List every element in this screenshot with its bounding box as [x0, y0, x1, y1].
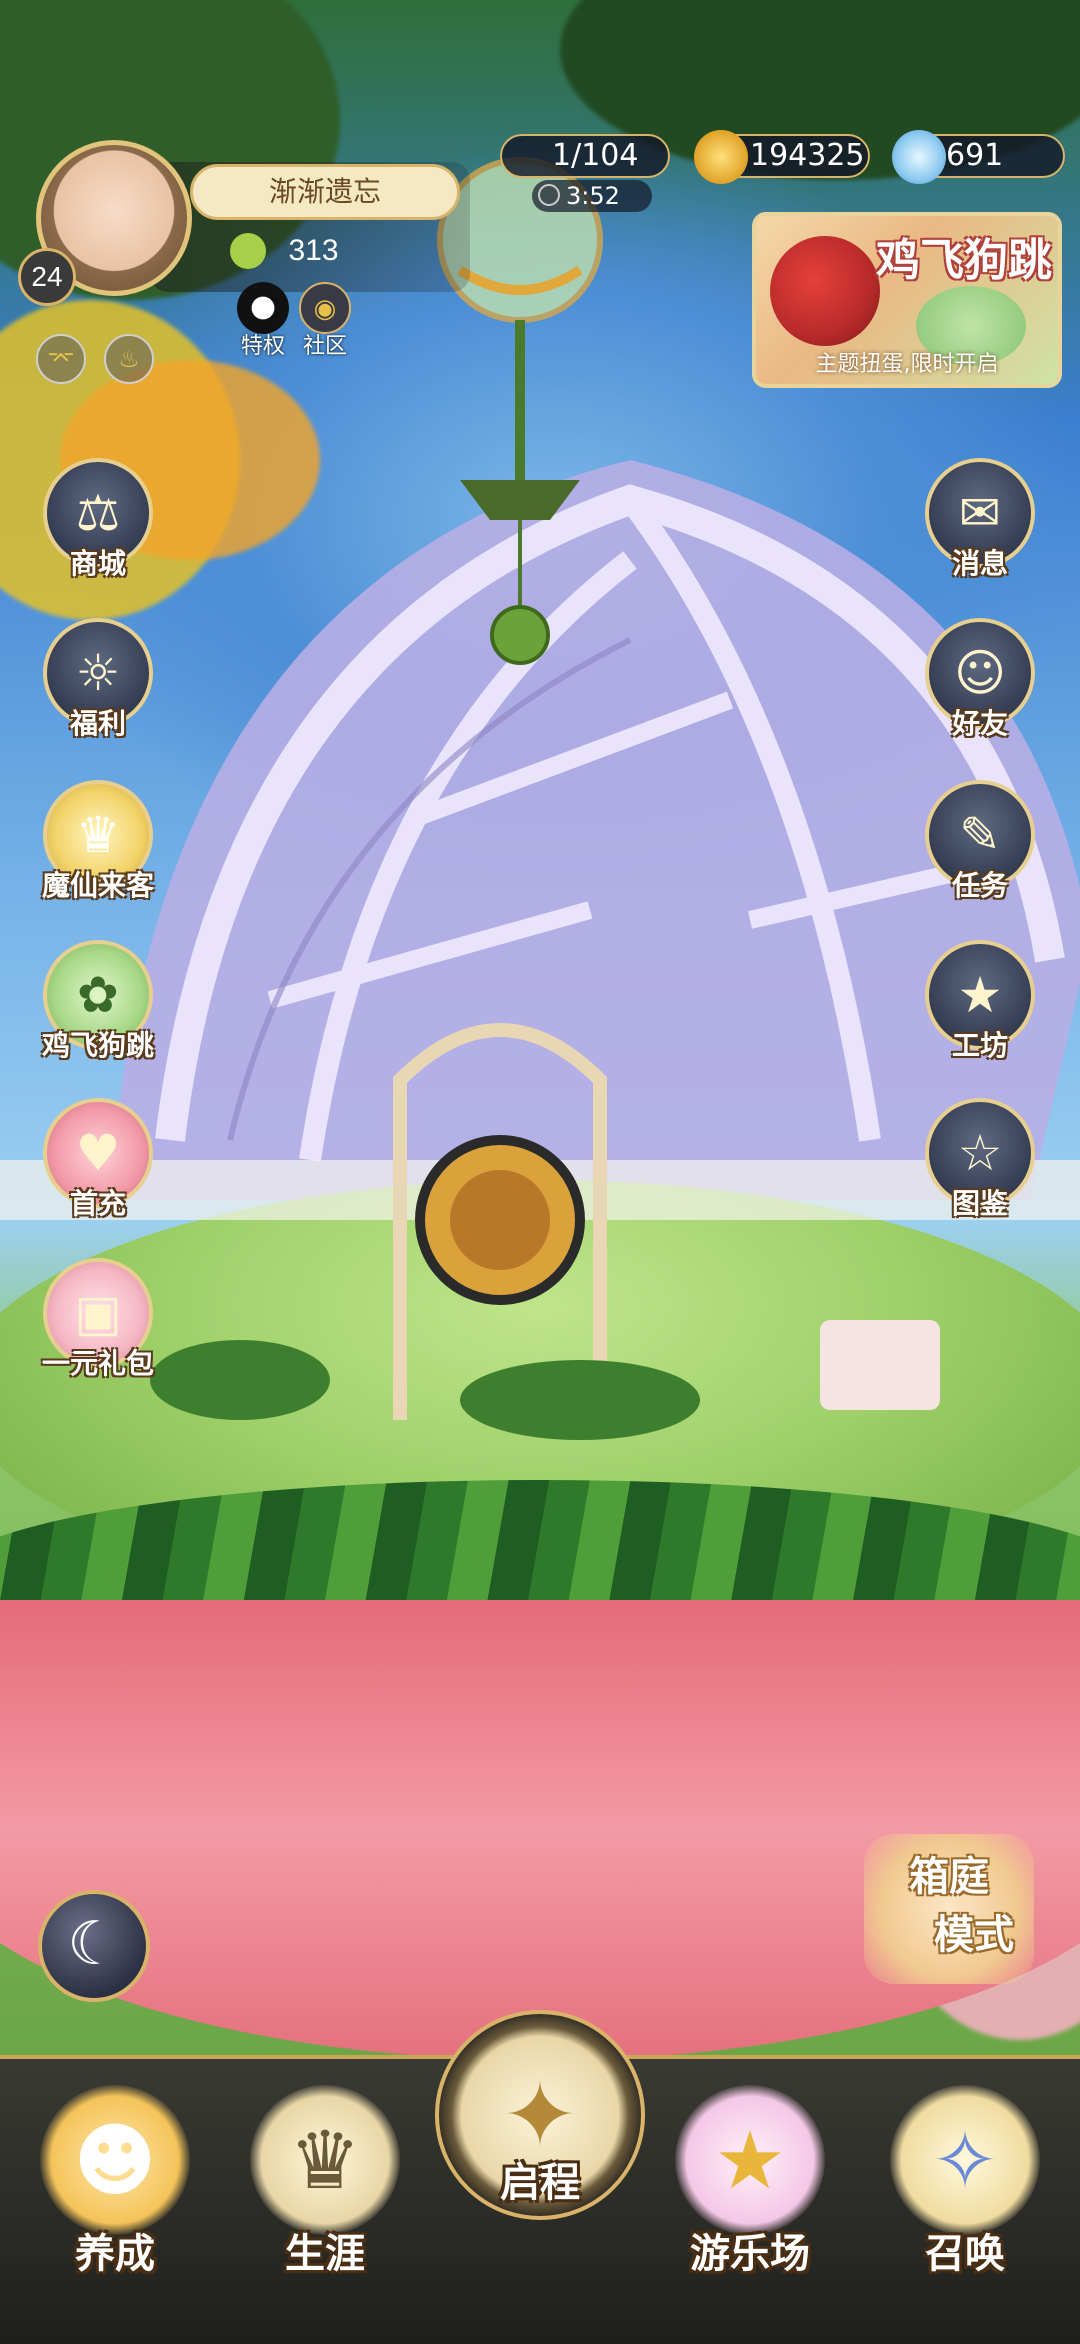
side-btn-tasks[interactable]: ✎ 任务 — [920, 780, 1040, 904]
garden-mode-button[interactable]: 箱庭 模式 — [864, 1834, 1034, 1984]
side-label-collection: 图鉴 — [951, 1187, 1008, 1220]
crown-icon: ♛ — [250, 2085, 400, 2235]
privilege-label: 特权 — [240, 333, 285, 358]
penguin-icon — [237, 282, 289, 334]
community-button[interactable]: ◉ 社区 — [290, 282, 360, 360]
pink-petal-base — [0, 1600, 1080, 2060]
level-badge: 24 — [18, 248, 76, 306]
side-btn-collection[interactable]: ☆ 图鉴 — [920, 1098, 1040, 1222]
clover-counter: 313 — [230, 226, 339, 276]
gold-value: 194325 — [750, 138, 865, 173]
stamina-timer: 3:52 — [532, 180, 652, 212]
timer-text: 3:52 — [566, 182, 620, 210]
sparkle-card-icon: ✧ — [890, 2085, 1040, 2235]
girl-face-icon: ☻ — [40, 2085, 190, 2235]
star-badge-icon: ★ — [675, 2085, 825, 2235]
nav-depart[interactable]: ✦ 启程 — [435, 2010, 645, 2220]
nav-label-cultivate: 养成 — [75, 2231, 155, 2277]
player-name-plate[interactable]: 渐渐遗忘 — [190, 164, 460, 220]
stamina-value: 1/104 — [552, 138, 639, 173]
clover-count: 313 — [288, 234, 339, 267]
side-btn-welfare[interactable]: ☼ 福利 — [38, 618, 158, 742]
bell-icon-button[interactable]: ♨ — [104, 334, 154, 384]
nav-label-depart: 启程 — [500, 2160, 580, 2206]
nav-playground[interactable]: ★ 游乐场 — [655, 2085, 845, 2279]
nav-label-playground: 游乐场 — [690, 2231, 810, 2277]
gold-coin-icon — [694, 130, 748, 184]
side-btn-event-pet[interactable]: ✿ 鸡飞狗跳 — [38, 940, 158, 1064]
side-label-messages: 消息 — [951, 547, 1008, 580]
moon-icon: ☾ — [67, 1909, 121, 1979]
garden-mode-line1: 箱庭 — [909, 1854, 989, 1900]
nav-cultivate[interactable]: ☻ 养成 — [20, 2085, 210, 2279]
nav-label-career: 生涯 — [285, 2231, 365, 2277]
night-mode-button[interactable]: ☾ — [38, 1890, 150, 2002]
side-label-one-yuan-pack: 一元礼包 — [41, 1347, 154, 1380]
side-btn-workshop[interactable]: ★ 工坊 — [920, 940, 1040, 1064]
side-label-event-pet: 鸡飞狗跳 — [41, 1029, 154, 1062]
rooster-icon — [770, 236, 880, 346]
stamina-pill[interactable]: 1/104 — [500, 134, 670, 178]
garden-mode-line2: 模式 — [934, 1912, 1014, 1958]
diamond-value: 691 — [946, 138, 1004, 173]
side-label-shop: 商城 — [69, 547, 126, 580]
clock-icon — [538, 184, 560, 206]
community-label: 社区 — [302, 333, 347, 358]
nav-label-summon: 召唤 — [925, 2231, 1005, 2277]
event-banner[interactable]: 鸡飞狗跳 主题扭蛋,限时开启 — [752, 212, 1062, 388]
side-label-tasks: 任务 — [951, 869, 1008, 902]
diamond-icon — [892, 130, 946, 184]
side-btn-messages[interactable]: ✉ 消息 — [920, 458, 1040, 582]
side-label-welfare: 福利 — [69, 707, 126, 740]
diamond-pill[interactable]: 691 — [892, 130, 1065, 184]
player-panel: 渐渐遗忘 313 24 特权 ◉ 社区 — [0, 120, 480, 360]
nav-summon[interactable]: ✧ 召唤 — [870, 2085, 1060, 2279]
side-btn-one-yuan-pack[interactable]: ▣ 一元礼包 — [38, 1258, 158, 1382]
clover-icon — [230, 233, 266, 269]
side-btn-friends[interactable]: ☺ 好友 — [920, 618, 1040, 742]
side-btn-shop[interactable]: ⚖ 商城 — [38, 458, 158, 582]
banner-title: 鸡飞狗跳 — [876, 235, 1052, 286]
side-label-friends: 好友 — [951, 707, 1008, 740]
side-label-fairy-visitor: 魔仙来客 — [41, 869, 154, 902]
mask-icon: ◉ — [299, 282, 351, 334]
eye-mask-icon-button[interactable]: ⌤ — [36, 334, 86, 384]
level-text: 24 — [31, 261, 63, 292]
side-label-first-recharge: 首充 — [69, 1187, 126, 1220]
privilege-button[interactable]: 特权 — [228, 282, 298, 360]
gold-pill[interactable]: 194325 — [694, 130, 870, 184]
banner-subtitle: 主题扭蛋,限时开启 — [815, 352, 999, 377]
nav-career[interactable]: ♛ 生涯 — [230, 2085, 420, 2279]
side-btn-fairy-visitor[interactable]: ♛ 魔仙来客 — [38, 780, 158, 904]
player-name: 渐渐遗忘 — [268, 176, 381, 207]
side-label-workshop: 工坊 — [951, 1029, 1008, 1062]
side-btn-first-recharge[interactable]: ♥ 首充 — [38, 1098, 158, 1222]
